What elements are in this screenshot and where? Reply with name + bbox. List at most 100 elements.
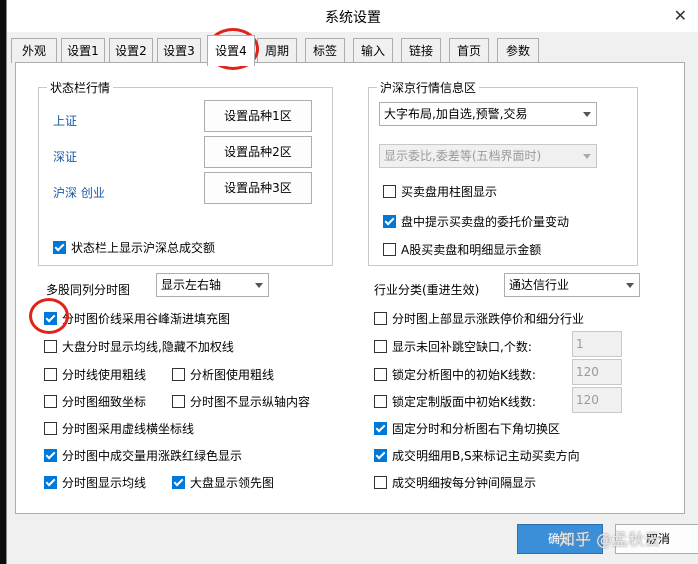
checkbox-unchecked[interactable] bbox=[374, 312, 387, 325]
show-avg-checkbox[interactable]: 分时图显示均线 bbox=[44, 475, 146, 491]
bar-chart-checkbox[interactable]: 买卖盘用柱图显示 bbox=[383, 184, 497, 200]
checkbox-checked[interactable] bbox=[53, 241, 66, 254]
checkbox-checked[interactable] bbox=[44, 476, 57, 489]
row-label-sz: 深证 bbox=[53, 150, 78, 164]
checkbox-checked[interactable] bbox=[374, 449, 387, 462]
checkbox-checked[interactable] bbox=[44, 312, 57, 325]
checkbox-label: 分时图显示均线 bbox=[62, 476, 147, 490]
row-label-sh: 上证 bbox=[53, 114, 78, 128]
checkbox-unchecked[interactable] bbox=[374, 368, 387, 381]
dashed-line-checkbox[interactable]: 分时图采用虚线横坐标线 bbox=[44, 421, 194, 437]
ok-button[interactable]: 确定 bbox=[517, 524, 603, 554]
checkbox-checked[interactable] bbox=[374, 422, 387, 435]
chevron-down-icon bbox=[255, 283, 263, 288]
amount-checkbox[interactable]: A股买卖盘和明细显示金额 bbox=[383, 242, 541, 258]
checkbox-unchecked[interactable] bbox=[374, 395, 387, 408]
checkbox-label: 分时图采用虚线横坐标线 bbox=[62, 422, 195, 436]
layout-select[interactable]: 大字布局,加自选,预警,交易 bbox=[379, 102, 597, 126]
window-title: 系统设置 bbox=[325, 10, 381, 26]
lock-custom-kline-checkbox[interactable]: 锁定定制版面中初始K线数: bbox=[374, 394, 536, 410]
avg-line-checkbox[interactable]: 大盘分时显示均线,隐藏不加权线 bbox=[44, 339, 234, 355]
ratio-select: 显示委比,委差等(五档界面时) bbox=[379, 144, 597, 168]
set-variety2-button[interactable]: 设置品种2区 bbox=[204, 136, 312, 168]
tab-settings2[interactable]: 设置2 bbox=[109, 38, 153, 63]
gap-checkbox[interactable]: 显示未回补跳空缺口,个数: bbox=[374, 339, 532, 355]
select-value: 大字布局,加自选,预警,交易 bbox=[384, 107, 528, 121]
fine-coord-checkbox[interactable]: 分时图细致坐标 bbox=[44, 394, 146, 410]
kline-count-input: 120 bbox=[572, 359, 622, 385]
lock-kline-checkbox[interactable]: 锁定分析图中的初始K线数: bbox=[374, 367, 536, 383]
checkbox-label: 分时图中成交量用涨跌红绿色显示 bbox=[62, 449, 243, 463]
checkbox-label: 分时图不显示纵轴内容 bbox=[190, 395, 311, 409]
checkbox-label: 分时图上部显示涨跌停价和细分行业 bbox=[392, 312, 585, 326]
hs-info-group: 沪深京行情信息区 大字布局,加自选,预警,交易 显示委比,委差等(五档界面时) … bbox=[368, 79, 638, 266]
tab-panel: 状态栏行情 上证 设置品种1区 深证 设置品种2区 沪深 创业 设置品种3区 状… bbox=[15, 62, 685, 514]
minute-interval-checkbox[interactable]: 成交明细按每分钟间隔显示 bbox=[374, 475, 536, 491]
show-turnover-checkbox[interactable]: 状态栏上显示沪深总成交额 bbox=[53, 240, 215, 256]
row-label-cy: 沪深 创业 bbox=[53, 186, 105, 200]
bs-mark-checkbox[interactable]: 成交明细用B,S来标记主动买卖方向 bbox=[374, 448, 580, 464]
chevron-down-icon bbox=[583, 154, 591, 159]
checkbox-label: 锁定分析图中的初始K线数: bbox=[392, 368, 536, 382]
checkbox-label: 分时线使用粗线 bbox=[62, 368, 147, 382]
settings-dialog: 系统设置 ✕ 外观 设置1 设置2 设置3 设置4 周期 标签 输入 链接 首页… bbox=[6, 0, 698, 564]
checkbox-label: 成交明细按每分钟间隔显示 bbox=[392, 476, 537, 490]
select-value: 通达信行业 bbox=[509, 278, 570, 292]
checkbox-label: 锁定定制版面中初始K线数: bbox=[392, 395, 536, 409]
fixed-switch-checkbox[interactable]: 固定分时和分析图右下角切换区 bbox=[374, 421, 560, 437]
checkbox-label: 固定分时和分析图右下角切换区 bbox=[392, 422, 561, 436]
tab-settings3[interactable]: 设置3 bbox=[157, 38, 201, 63]
group-title: 沪深京行情信息区 bbox=[377, 79, 480, 96]
checkbox-checked[interactable] bbox=[44, 449, 57, 462]
checkbox-checked[interactable] bbox=[172, 476, 185, 489]
checkbox-unchecked[interactable] bbox=[44, 368, 57, 381]
industry-select[interactable]: 通达信行业 bbox=[504, 273, 640, 297]
hide-axis-checkbox[interactable]: 分时图不显示纵轴内容 bbox=[172, 394, 310, 410]
checkbox-label: 分析图使用粗线 bbox=[190, 368, 275, 382]
checkbox-unchecked[interactable] bbox=[172, 395, 185, 408]
tab-appearance[interactable]: 外观 bbox=[11, 38, 57, 63]
tab-input[interactable]: 输入 bbox=[353, 38, 393, 63]
gradient-fill-checkbox[interactable]: 分时图价线采用谷峰渐进填充图 bbox=[44, 311, 230, 327]
tab-home[interactable]: 首页 bbox=[449, 38, 489, 63]
tab-params[interactable]: 参数 bbox=[497, 38, 539, 63]
checkbox-label: 状态栏上显示沪深总成交额 bbox=[71, 241, 216, 255]
cancel-button[interactable]: 取消 bbox=[615, 524, 698, 554]
multi-stock-select[interactable]: 显示左右轴 bbox=[156, 273, 269, 297]
select-value: 显示委比,委差等(五档界面时) bbox=[384, 149, 542, 163]
custom-kline-count-input: 120 bbox=[572, 387, 622, 413]
multi-stock-label: 多股同列分时图 bbox=[46, 283, 131, 297]
lead-chart-checkbox[interactable]: 大盘显示领先图 bbox=[172, 475, 274, 491]
set-variety1-button[interactable]: 设置品种1区 bbox=[204, 100, 312, 132]
checkbox-unchecked[interactable] bbox=[44, 422, 57, 435]
chevron-down-icon bbox=[583, 112, 591, 117]
thick-line-checkbox[interactable]: 分时线使用粗线 bbox=[44, 367, 146, 383]
checkbox-unchecked[interactable] bbox=[383, 185, 396, 198]
checkbox-checked[interactable] bbox=[383, 215, 396, 228]
order-change-checkbox[interactable]: 盘中提示买卖盘的委托价量变动 bbox=[383, 214, 569, 230]
chevron-down-icon bbox=[626, 283, 634, 288]
checkbox-label: 大盘分时显示均线,隐藏不加权线 bbox=[62, 340, 234, 354]
checkbox-unchecked[interactable] bbox=[44, 395, 57, 408]
checkbox-unchecked[interactable] bbox=[44, 340, 57, 353]
close-icon[interactable]: ✕ bbox=[674, 6, 687, 25]
volume-color-checkbox[interactable]: 分时图中成交量用涨跌红绿色显示 bbox=[44, 448, 242, 464]
analysis-thick-checkbox[interactable]: 分析图使用粗线 bbox=[172, 367, 274, 383]
set-variety3-button[interactable]: 设置品种3区 bbox=[204, 172, 312, 204]
checkbox-label: 分时图细致坐标 bbox=[62, 395, 147, 409]
gap-count-input: 1 bbox=[572, 331, 622, 357]
tab-link[interactable]: 链接 bbox=[401, 38, 441, 63]
checkbox-label: 成交明细用B,S来标记主动买卖方向 bbox=[392, 449, 580, 463]
select-value: 显示左右轴 bbox=[161, 278, 222, 292]
tab-period[interactable]: 周期 bbox=[257, 38, 297, 63]
checkbox-label: 分时图价线采用谷峰渐进填充图 bbox=[62, 312, 231, 326]
checkbox-label: 买卖盘用柱图显示 bbox=[401, 185, 498, 199]
checkbox-unchecked[interactable] bbox=[383, 243, 396, 256]
limit-price-checkbox[interactable]: 分时图上部显示涨跌停价和细分行业 bbox=[374, 311, 584, 327]
checkbox-unchecked[interactable] bbox=[172, 368, 185, 381]
checkbox-unchecked[interactable] bbox=[374, 340, 387, 353]
tab-label[interactable]: 标签 bbox=[305, 38, 345, 63]
checkbox-unchecked[interactable] bbox=[374, 476, 387, 489]
tab-settings4[interactable]: 设置4 bbox=[207, 35, 255, 66]
tab-settings1[interactable]: 设置1 bbox=[61, 38, 105, 63]
